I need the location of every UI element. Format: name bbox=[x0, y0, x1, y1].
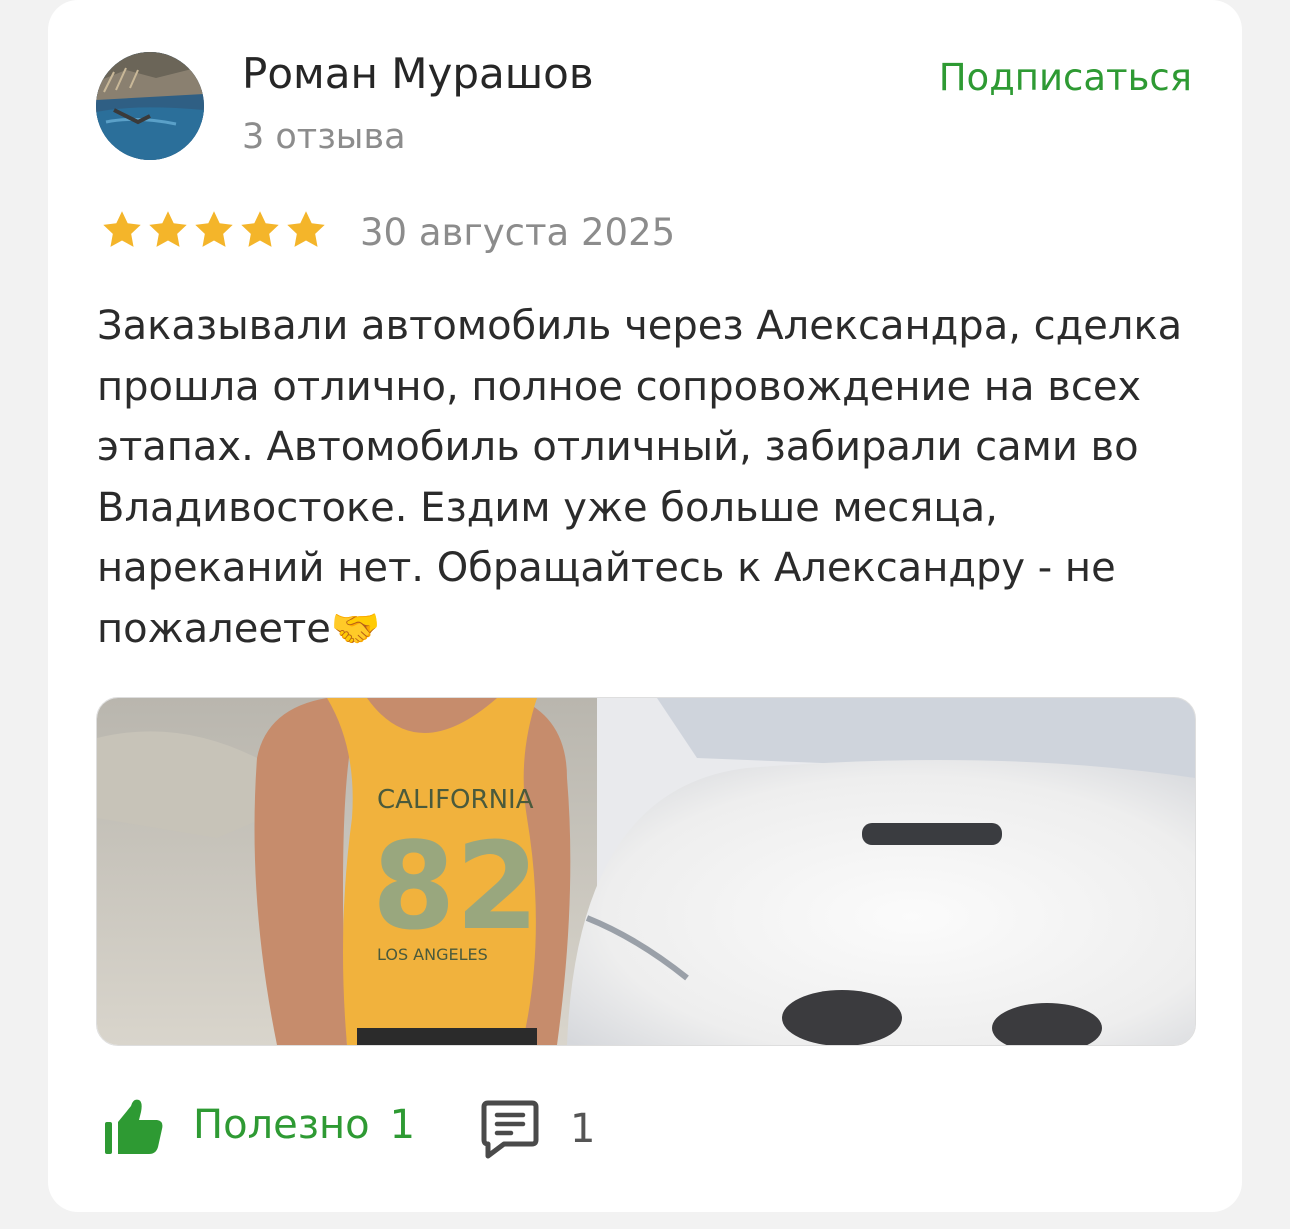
rating-stars bbox=[100, 208, 328, 256]
star-icon bbox=[287, 211, 325, 247]
comments-count: 1 bbox=[570, 1106, 596, 1152]
thumbs-up-icon bbox=[105, 1099, 163, 1154]
review-text: Заказывали автомобиль через Александра, … bbox=[97, 303, 1183, 652]
review-photo-image: CALIFORNIA 82 LOS ANGELES bbox=[97, 698, 1195, 1045]
comments-button[interactable]: 1 bbox=[480, 1098, 595, 1160]
shirt-text-top: CALIFORNIA bbox=[377, 785, 534, 815]
avatar[interactable] bbox=[96, 52, 204, 160]
author-review-count: 3 отзыва bbox=[242, 117, 406, 157]
author-name[interactable]: Роман Мурашов bbox=[242, 48, 594, 100]
shirt-text-number: 82 bbox=[372, 818, 539, 957]
comment-icon bbox=[481, 1100, 539, 1159]
review-date: 30 августа 2025 bbox=[360, 211, 676, 254]
star-icon bbox=[241, 211, 279, 247]
subscribe-button[interactable]: Подписаться bbox=[939, 54, 1192, 102]
star-icon bbox=[103, 211, 141, 247]
star-icon bbox=[149, 211, 187, 247]
useful-label: Полезно bbox=[193, 1102, 370, 1148]
shirt-text-bottom: LOS ANGELES bbox=[377, 945, 488, 964]
avatar-image bbox=[96, 52, 204, 160]
useful-button[interactable]: Полезно 1 bbox=[103, 1094, 415, 1156]
star-icon bbox=[195, 211, 233, 247]
review-photo[interactable]: CALIFORNIA 82 LOS ANGELES bbox=[96, 697, 1196, 1046]
useful-count: 1 bbox=[389, 1102, 416, 1148]
